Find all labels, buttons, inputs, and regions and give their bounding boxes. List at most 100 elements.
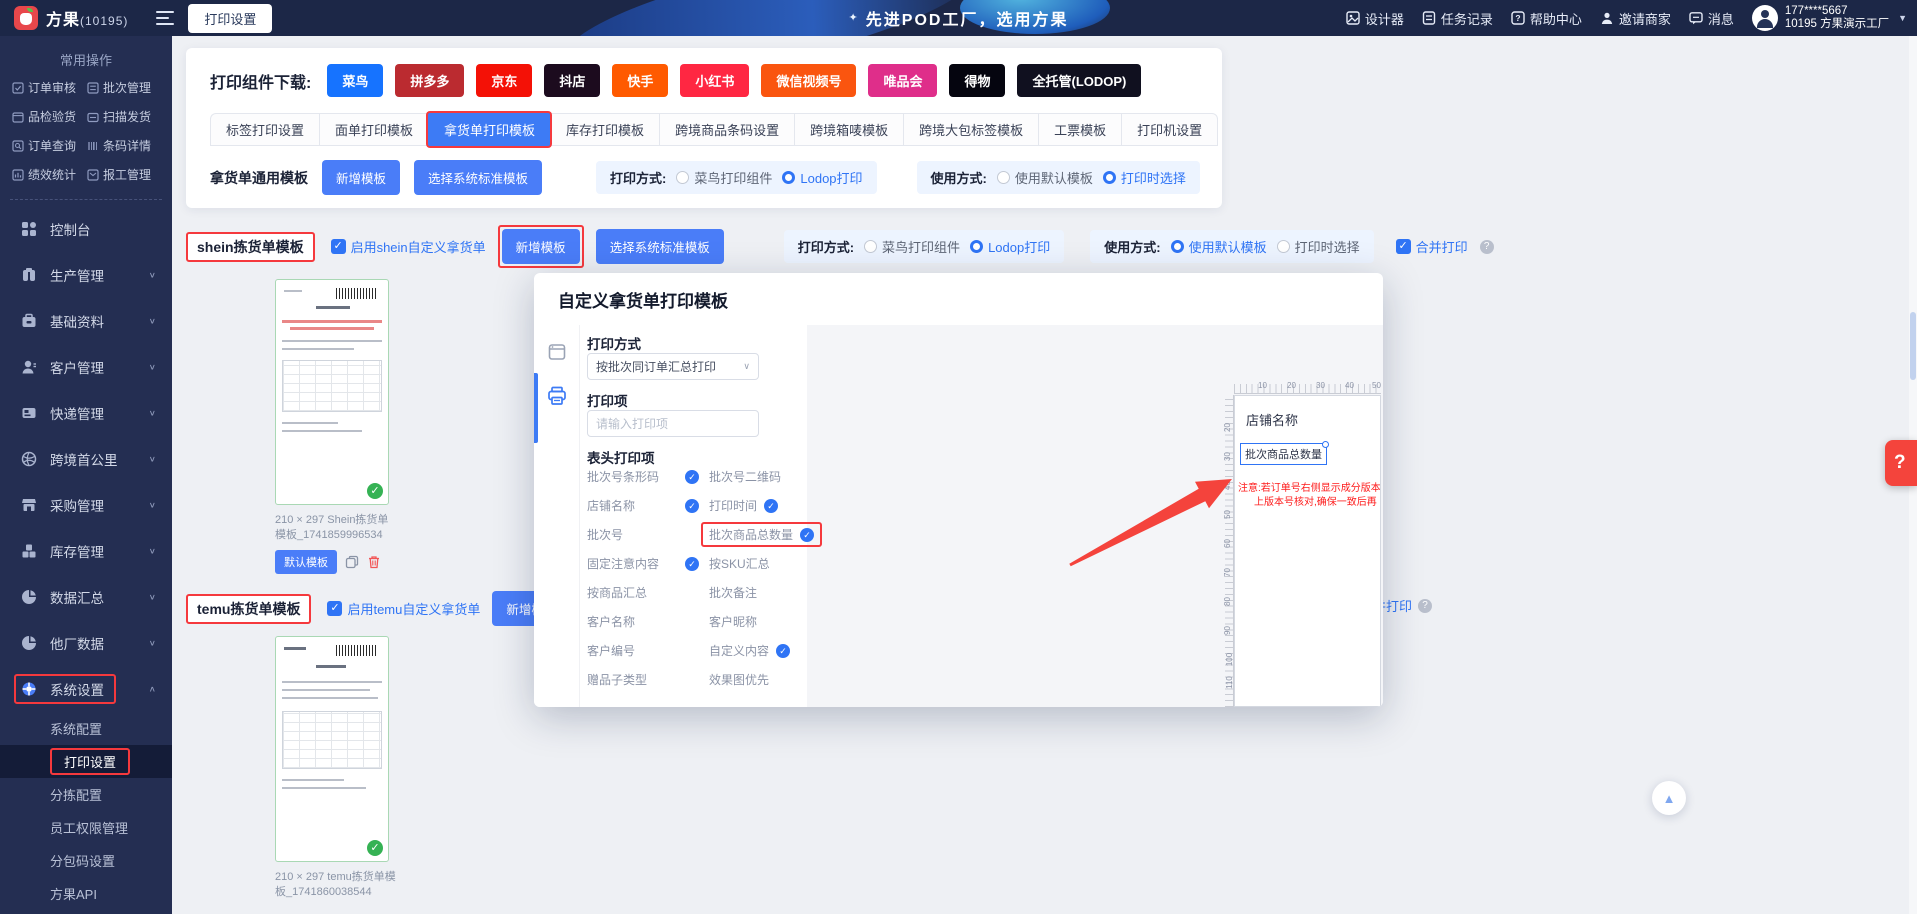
enable-temu-checkbox[interactable]: 启用temu自定义拿货单 xyxy=(327,599,480,618)
menu-purchase[interactable]: 采购管理 ∨ xyxy=(0,482,172,528)
shein-radio-cainiao[interactable]: 菜鸟打印组件 xyxy=(864,237,960,256)
shein-merge-print-checkbox[interactable]: 合并打印 xyxy=(1395,237,1468,256)
menu-express[interactable]: 快递管理 ∨ xyxy=(0,390,172,436)
item-fixed-notice[interactable]: 固定注意内容 xyxy=(587,553,709,574)
item-batch-barcode[interactable]: 批次号条形码 xyxy=(587,466,709,487)
select-standard-template-button[interactable]: 选择系统标准模板 xyxy=(414,160,543,195)
tab-picking-list-template[interactable]: 拿货单打印模板 xyxy=(428,113,551,146)
messages-link[interactable]: 消息 xyxy=(1689,9,1734,28)
tab-work-ticket-template[interactable]: 工票模板 xyxy=(1038,113,1122,146)
help-center-link[interactable]: ? 帮助中心 xyxy=(1511,9,1582,28)
radio-use-default-template[interactable]: 使用默认模板 xyxy=(996,168,1093,187)
item-batch-qrcode[interactable]: 批次号二维码 xyxy=(709,466,867,487)
quick-link-quality-check[interactable]: 品检验货 xyxy=(12,108,87,125)
item-custom-content[interactable]: 自定义内容 xyxy=(709,640,867,661)
copy-template-icon[interactable] xyxy=(345,555,359,569)
quick-link-report-manage[interactable]: 报工管理 xyxy=(87,166,162,183)
task-log-link[interactable]: 任务记录 xyxy=(1422,9,1493,28)
radio-choose-at-print[interactable]: 打印时选择 xyxy=(1102,168,1186,187)
default-template-button[interactable]: 默认模板 xyxy=(275,550,337,574)
add-template-button[interactable]: 新增模板 xyxy=(322,160,401,195)
platform-doudian-button[interactable]: 抖店 xyxy=(544,64,601,97)
menu-inventory[interactable]: 库存管理 ∨ xyxy=(0,528,172,574)
radio-lodop-print[interactable]: Lodop打印 xyxy=(782,168,863,187)
menu-dashboard[interactable]: 控制台 xyxy=(0,206,172,252)
quick-link-batch-manage[interactable]: 批次管理 xyxy=(87,79,162,96)
platform-xiaohongshu-button[interactable]: 小红书 xyxy=(680,64,750,97)
scrollbar-thumb[interactable] xyxy=(1910,312,1916,380)
page-settings-rail-icon[interactable] xyxy=(542,337,572,367)
shein-select-standard-template-button[interactable]: 选择系统标准模板 xyxy=(595,229,724,264)
item-customer-nickname[interactable]: 客户昵称 xyxy=(709,611,867,632)
open-page-tab[interactable]: 打印设置 xyxy=(188,3,273,33)
quick-link-barcode-detail[interactable]: 条码详情 xyxy=(87,137,162,154)
merge-print-help-icon[interactable]: ? xyxy=(1479,239,1494,254)
menu-crossborder-firstmile[interactable]: 跨境首公里 ∨ xyxy=(0,436,172,482)
merge-print-help-icon[interactable]: ? xyxy=(1418,598,1433,613)
item-render-priority[interactable]: 效果图优先 xyxy=(709,669,867,690)
item-shop-name[interactable]: 店铺名称 xyxy=(587,495,709,516)
platform-vipshop-button[interactable]: 唯品会 xyxy=(868,64,938,97)
item-batch-number[interactable]: 批次号 xyxy=(587,524,709,545)
menu-system-settings[interactable]: 系统设置 ∧ xyxy=(0,666,172,712)
print-item-input[interactable] xyxy=(587,410,759,437)
tab-crossborder-barcode[interactable]: 跨境商品条码设置 xyxy=(659,113,795,146)
tab-crossborder-big-bag-label[interactable]: 跨境大包标签模板 xyxy=(903,113,1039,146)
preview-batch-total-field[interactable]: 批次商品总数量 xyxy=(1240,441,1329,465)
quick-link-scan-ship[interactable]: 扫描发货 xyxy=(87,108,162,125)
shein-template-thumbnail[interactable]: ✓ xyxy=(275,279,389,505)
sparkle-icon: ✦ xyxy=(848,12,860,24)
user-account-menu[interactable]: 177****5667 10195 方果演示工厂 ▼ xyxy=(1751,5,1907,31)
submenu-staff-permissions[interactable]: 员工权限管理 xyxy=(0,811,172,844)
temu-template-thumbnail[interactable]: ✓ xyxy=(275,636,389,862)
tab-printer-settings[interactable]: 打印机设置 xyxy=(1121,113,1219,146)
platform-pinduoduo-button[interactable]: 拼多多 xyxy=(395,64,465,97)
platform-dewu-button[interactable]: 得物 xyxy=(949,64,1006,97)
item-batch-total-quantity[interactable]: 批次商品总数量 xyxy=(701,522,867,547)
menu-data-summary[interactable]: 数据汇总 ∨ xyxy=(0,574,172,620)
floating-help-button[interactable]: ? xyxy=(1885,440,1917,486)
radio-cainiao-component[interactable]: 菜鸟打印组件 xyxy=(676,168,772,187)
tab-inventory-template[interactable]: 库存打印模板 xyxy=(550,113,660,146)
tab-waybill-template[interactable]: 面单打印模板 xyxy=(319,113,429,146)
platform-kuaishou-button[interactable]: 快手 xyxy=(612,64,669,97)
item-customer-name[interactable]: 客户名称 xyxy=(587,611,709,632)
item-sku-summary[interactable]: 按SKU汇总 xyxy=(709,553,867,574)
menu-customer[interactable]: 客户管理 ∨ xyxy=(0,344,172,390)
item-batch-remark[interactable]: 批次备注 xyxy=(709,582,867,603)
submenu-system-config[interactable]: 系统配置 xyxy=(0,712,172,745)
shein-add-template-button[interactable]: 新增模板 xyxy=(501,229,580,264)
quick-link-order-query[interactable]: 订单查询 xyxy=(12,137,87,154)
item-gift-subtype[interactable]: 赠品子类型 xyxy=(587,669,709,690)
shein-radio-lodop[interactable]: Lodop打印 xyxy=(970,237,1050,256)
shein-radio-use-default[interactable]: 使用默认模板 xyxy=(1170,237,1267,256)
print-items-rail-icon[interactable] xyxy=(542,381,572,411)
invite-merchant-link[interactable]: 邀请商家 xyxy=(1600,9,1671,28)
platform-lodop-button[interactable]: 全托管(LODOP) xyxy=(1017,64,1142,97)
platform-wechat-channels-button[interactable]: 微信视频号 xyxy=(761,64,857,97)
menu-other-factory-data[interactable]: 他厂数据 ∨ xyxy=(0,620,172,666)
submenu-parcel-code-settings[interactable]: 分包码设置 xyxy=(0,844,172,877)
item-product-summary[interactable]: 按商品汇总 xyxy=(587,582,709,603)
delete-template-icon[interactable] xyxy=(367,555,381,569)
collapse-sidebar-icon[interactable] xyxy=(156,11,175,25)
submenu-sorting-config[interactable]: 分拣配置 xyxy=(0,778,172,811)
designer-link[interactable]: 设计器 xyxy=(1346,9,1404,28)
tab-crossborder-shipping-mark[interactable]: 跨境箱唛模板 xyxy=(794,113,904,146)
submenu-print-settings[interactable]: 打印设置 xyxy=(0,745,172,778)
item-customer-code[interactable]: 客户编号 xyxy=(587,640,709,661)
submenu-fangguo-api[interactable]: 方果API xyxy=(0,877,172,910)
item-print-time[interactable]: 打印时间 xyxy=(709,495,867,516)
shein-radio-choose-at-print[interactable]: 打印时选择 xyxy=(1276,237,1360,256)
tab-label-print-settings[interactable]: 标签打印设置 xyxy=(210,113,320,146)
back-to-top-button[interactable]: ▲ xyxy=(1652,781,1686,815)
enable-shein-checkbox[interactable]: 启用shein自定义拿货单 xyxy=(330,237,486,256)
quick-link-order-audit[interactable]: 订单审核 xyxy=(12,79,87,96)
menu-production[interactable]: 生产管理 ∨ xyxy=(0,252,172,298)
quick-link-performance-stats[interactable]: 绩效统计 xyxy=(12,166,87,183)
print-mode-select[interactable]: 按批次同订单汇总打印 ∨ xyxy=(587,353,759,380)
platform-jd-button[interactable]: 京东 xyxy=(476,64,533,97)
platform-cainiao-button[interactable]: 菜鸟 xyxy=(327,64,384,97)
menu-base-data[interactable]: 基础资料 ∨ xyxy=(0,298,172,344)
app-logo[interactable]: 方果(10195) xyxy=(0,6,138,30)
